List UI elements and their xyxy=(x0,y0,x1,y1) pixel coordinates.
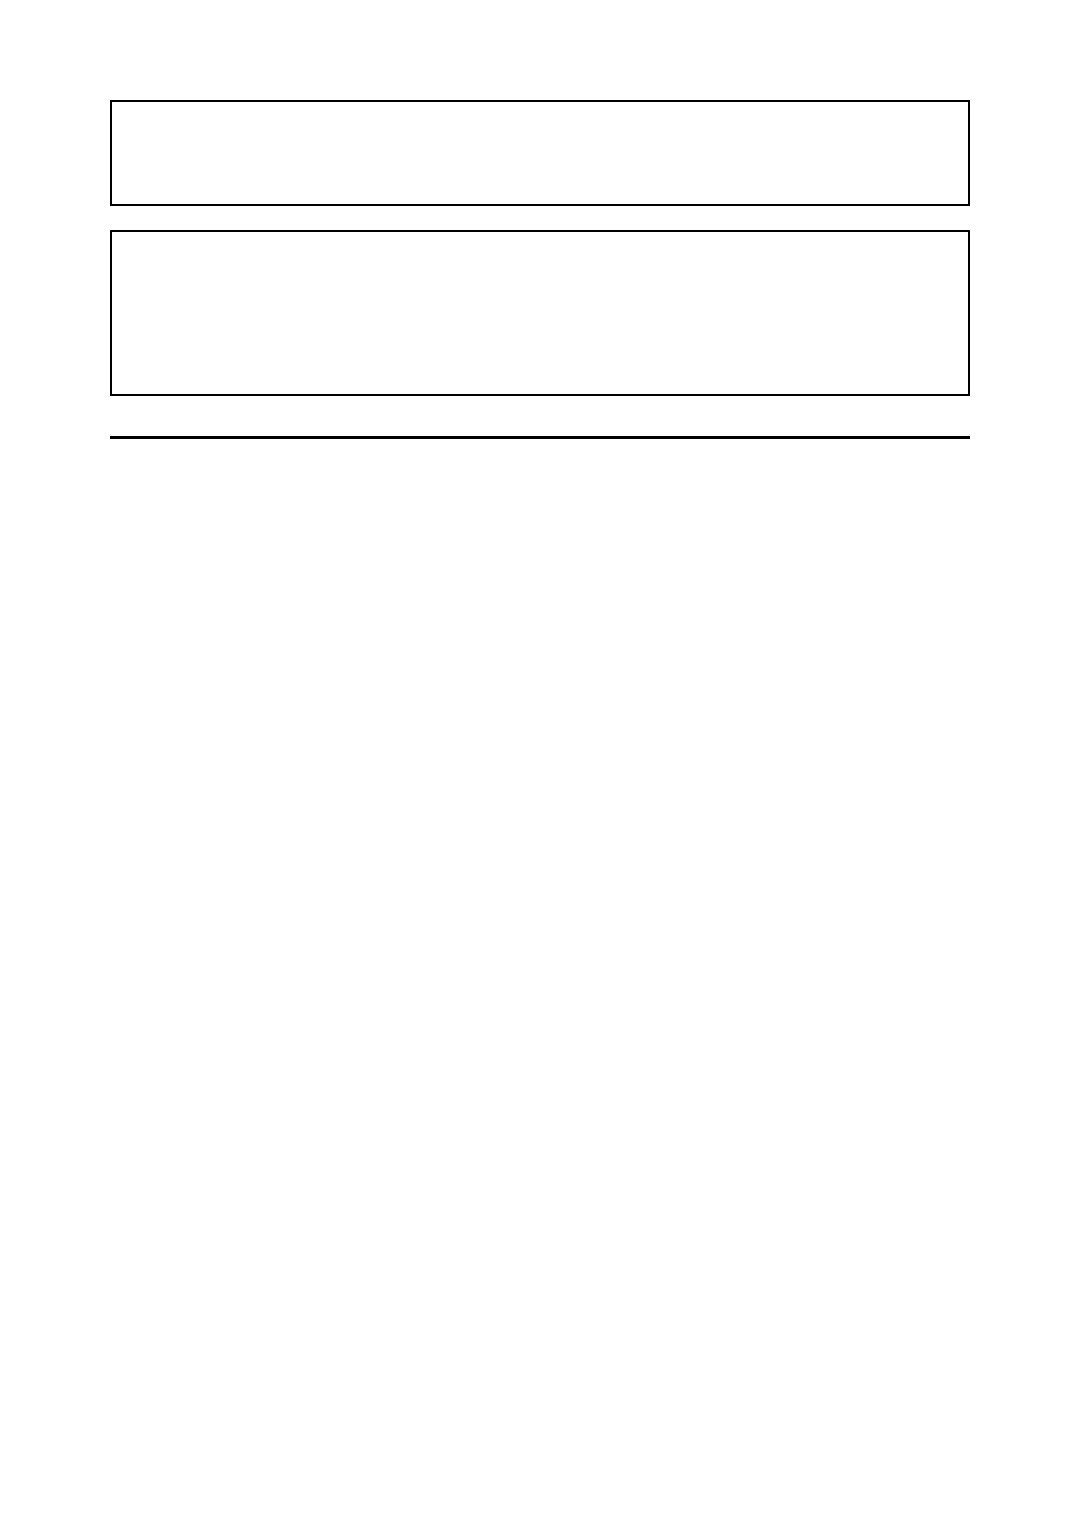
bios-table xyxy=(142,300,938,332)
td-size xyxy=(413,324,556,332)
table-row xyxy=(142,324,938,332)
bios-screen-2 xyxy=(110,230,970,396)
th-status xyxy=(779,300,938,308)
footer-rule xyxy=(110,436,970,439)
bios-screen-1 xyxy=(110,100,970,206)
td-track xyxy=(556,324,779,332)
table-header-row xyxy=(142,300,938,308)
th-mode xyxy=(238,300,413,308)
td-id xyxy=(142,324,238,332)
td-mode xyxy=(238,324,413,332)
th-track xyxy=(556,300,779,308)
th-id xyxy=(142,300,238,308)
td-status xyxy=(779,324,938,332)
th-size xyxy=(413,300,556,308)
